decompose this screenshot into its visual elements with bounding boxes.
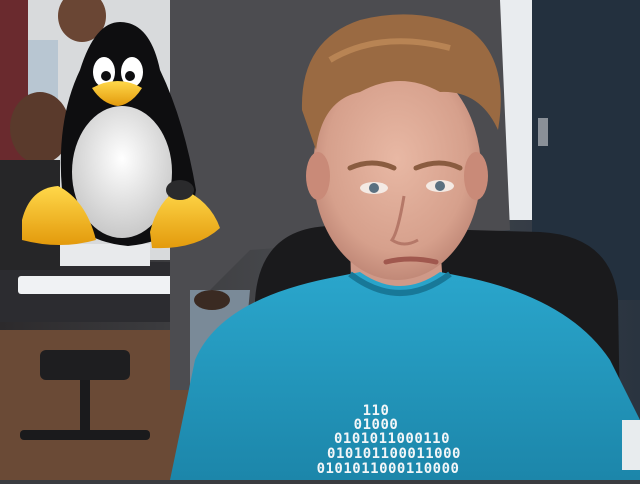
shirt-binary-line-1: 110: [362, 403, 390, 419]
standing-person-hand: [194, 290, 230, 310]
shirt-binary-line-5: 0101011000110000: [316, 461, 460, 477]
right-iris: [435, 181, 445, 191]
photo-background: [0, 0, 640, 480]
webcam-photo: 110 01000 0101011000110 010101100011000 …: [0, 0, 640, 480]
subject-right-ear: [464, 152, 488, 200]
office-chair-base: [20, 430, 150, 440]
door-handle: [538, 118, 548, 146]
shirt-tag: [622, 420, 640, 470]
subject-left-ear: [306, 152, 330, 200]
shirt-binary-line-4: 010101100011000: [327, 446, 461, 462]
keyboard: [18, 276, 176, 294]
shirt-binary-line-3: 0101011000110: [333, 431, 451, 447]
left-iris: [369, 183, 379, 193]
office-chair-seat: [40, 350, 130, 380]
shirt-binary-line-2: 01000: [353, 417, 399, 433]
